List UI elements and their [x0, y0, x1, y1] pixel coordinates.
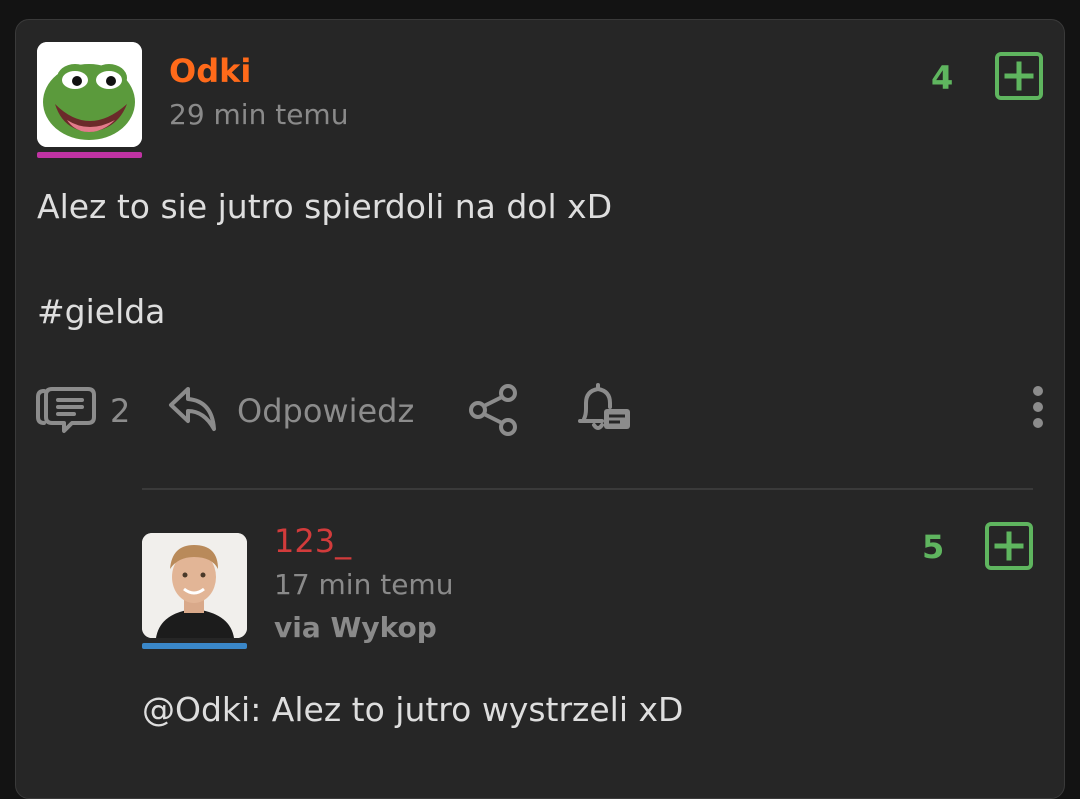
comments-button[interactable]: [36, 385, 96, 439]
bell-icon: [578, 383, 630, 430]
post-body: Alez to sie jutro spierdoli na dol xD: [37, 187, 613, 226]
op-avatar-color-bar: [37, 152, 142, 158]
op-vote-count: 4: [931, 59, 954, 97]
comment-avatar-color-bar: [142, 643, 247, 649]
comment-body: @Odki: Alez to jutro wystrzeli xD: [142, 693, 683, 726]
more-options-button[interactable]: [1030, 385, 1046, 435]
reply-label[interactable]: Odpowiedz: [237, 395, 414, 427]
comment-vote-count: 5: [922, 528, 945, 566]
more-vertical-icon: [1033, 386, 1043, 428]
comments-count[interactable]: 2: [110, 395, 130, 427]
reply-arrow-icon: [169, 387, 216, 431]
op-username[interactable]: Odki: [169, 55, 251, 87]
comment-upvote-button[interactable]: [985, 522, 1033, 570]
reply-button[interactable]: [168, 385, 218, 437]
plus-square-icon: [995, 52, 1043, 100]
op-upvote-button[interactable]: [995, 52, 1043, 100]
op-timestamp[interactable]: 29 min temu: [169, 101, 348, 129]
share-button[interactable]: [466, 383, 522, 441]
op-avatar[interactable]: [37, 42, 142, 147]
plus-square-icon: [985, 522, 1033, 570]
comment-mention[interactable]: @Odki: [142, 690, 250, 729]
share-icon: [469, 384, 517, 436]
comment-username[interactable]: 123_: [274, 525, 351, 557]
comment-text: : Alez to jutro wystrzeli xD: [250, 690, 684, 729]
comment-timestamp[interactable]: 17 min temu: [274, 571, 453, 599]
notify-button[interactable]: [576, 381, 634, 441]
comment-divider: [142, 488, 1033, 490]
comment-avatar[interactable]: [142, 533, 247, 638]
comment-source: via Wykop: [274, 611, 437, 644]
post-tag[interactable]: #gielda: [37, 295, 165, 328]
comments-icon: [36, 387, 96, 433]
